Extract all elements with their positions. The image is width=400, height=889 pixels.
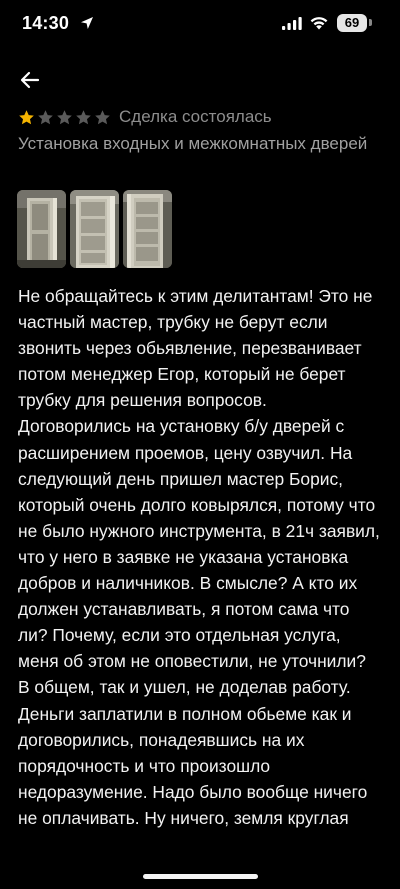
- deal-status: Сделка состоялась: [119, 107, 272, 126]
- star-filled-icon: [19, 109, 34, 124]
- home-indicator[interactable]: [143, 874, 258, 879]
- review-photo[interactable]: [70, 190, 119, 268]
- review-photo[interactable]: [17, 190, 66, 268]
- rating-row: Сделка состоялась: [18, 106, 272, 128]
- review-text: Не обращайтесь к этим делитантам! Это не…: [18, 286, 380, 828]
- star-empty-icon: [38, 109, 53, 124]
- status-time: 14:30: [22, 13, 70, 33]
- star-empty-icon: [76, 109, 91, 124]
- door-photo-icon: [123, 190, 172, 268]
- battery-tip: [369, 19, 372, 26]
- service-title: Установка входных и межкомнатных дверей: [18, 134, 368, 153]
- photo-gallery: [17, 190, 172, 268]
- status-bar: 14:30 69: [0, 0, 400, 52]
- wifi-icon: [310, 17, 328, 30]
- star-empty-icon: [57, 109, 72, 124]
- star-rating: [18, 109, 111, 126]
- battery-indicator: 69: [337, 14, 367, 32]
- door-photo-icon: [70, 190, 119, 268]
- cellular-signal-icon: [282, 17, 302, 30]
- back-arrow-icon[interactable]: [14, 64, 46, 96]
- star-empty-icon: [95, 109, 110, 124]
- door-photo-icon: [17, 190, 66, 268]
- review-screen: 14:30 69 Сделка состоялась Установка вхо…: [0, 0, 400, 889]
- location-arrow-icon: [81, 17, 93, 29]
- review-photo[interactable]: [123, 190, 172, 268]
